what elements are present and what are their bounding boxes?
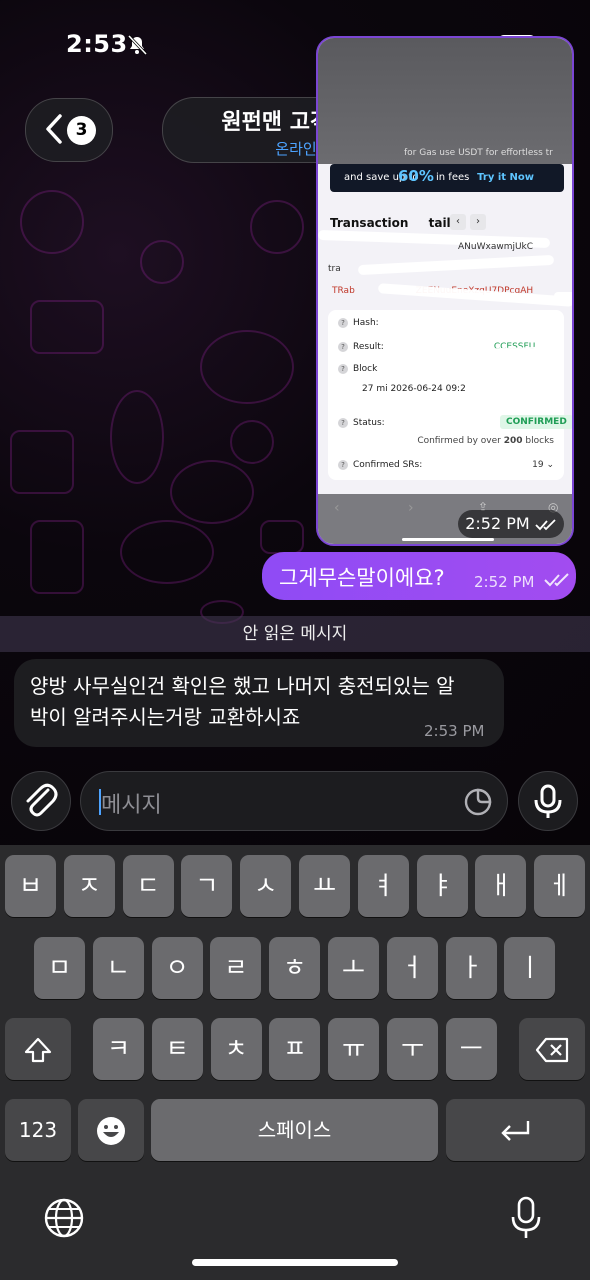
home-indicator	[192, 1259, 398, 1266]
key[interactable]: ㅊ	[210, 1018, 262, 1080]
backspace-key[interactable]	[519, 1018, 585, 1080]
image-heading-text: Transaction	[330, 216, 409, 230]
image-row-srs: ? Confirmed SRs:	[338, 460, 422, 470]
image-message[interactable]: for Gas use USDT for effortless tr and s…	[316, 36, 574, 546]
key[interactable]: ㅎ	[269, 937, 321, 999]
paperclip-icon	[26, 783, 58, 817]
image-row-status: ? Status:	[338, 418, 385, 428]
incoming-message-time: 2:53 PM	[424, 722, 485, 740]
shift-key[interactable]	[5, 1018, 71, 1080]
key[interactable]: ㄹ	[210, 937, 262, 999]
bell-muted-icon	[127, 34, 148, 56]
image-banner-suffix: in fees	[436, 172, 470, 183]
return-key[interactable]	[446, 1099, 585, 1161]
image-row-hash: ? Hash:	[338, 318, 379, 328]
key[interactable]: ㄴ	[92, 937, 144, 999]
unread-count-badge: 3	[67, 116, 96, 145]
voice-message-button[interactable]	[518, 771, 578, 831]
image-banner-link: Try it Now	[477, 172, 534, 183]
numbers-key[interactable]: 123	[5, 1099, 71, 1161]
image-promo-banner: and save up to 60% in fees Try it Now	[330, 164, 564, 192]
globe-icon[interactable]	[43, 1197, 85, 1239]
redaction-scribble	[357, 254, 555, 276]
image-forward-icon: ›	[408, 500, 414, 516]
image-banner-accent: 60%	[398, 167, 434, 185]
key[interactable]: ㅅ	[240, 855, 292, 917]
incoming-message-text: 양방 사무실인건 확인은 했고 나머지 충전되있는 알박이 알려주시는거랑 교환…	[30, 674, 455, 729]
image-row-block-value: 27 mi 2026-06-24 09:2	[362, 384, 466, 394]
outgoing-message-time: 2:52 PM	[474, 573, 535, 591]
key[interactable]: ㅌ	[151, 1018, 203, 1080]
key[interactable]: ㅁ	[34, 937, 85, 999]
status-time: 2:53	[66, 30, 128, 58]
key[interactable]: ㅡ	[445, 1018, 497, 1080]
emoji-icon	[97, 1117, 125, 1145]
key[interactable]: ㅓ	[386, 937, 438, 999]
image-back-icon: ‹	[334, 500, 340, 516]
image-home-indicator	[402, 538, 494, 541]
sticker-icon[interactable]	[463, 787, 493, 817]
return-icon	[500, 1121, 529, 1141]
image-srs-value: 19 ⌄	[532, 460, 554, 470]
outgoing-message[interactable]: 그게무슨말이에요? 2:52 PM	[262, 552, 576, 600]
message-input-placeholder: 메시지	[101, 793, 162, 818]
key[interactable]: ㅏ	[445, 937, 497, 999]
key[interactable]: ㅍ	[269, 1018, 321, 1080]
dictation-microphone-icon[interactable]	[508, 1195, 544, 1241]
outgoing-message-text: 그게무슨말이에요?	[279, 566, 445, 590]
key[interactable]: ㅕ	[357, 855, 409, 917]
image-prev-icon: ‹	[450, 214, 466, 230]
key[interactable]: ㅇ	[151, 937, 203, 999]
key[interactable]: ㄱ	[181, 855, 233, 917]
double-check-icon	[535, 518, 556, 530]
chevron-left-icon	[46, 114, 62, 144]
shift-icon	[24, 1037, 52, 1063]
emoji-key[interactable]	[78, 1099, 144, 1161]
key[interactable]: ㅛ	[299, 855, 350, 917]
image-top-blur: for Gas use USDT for effortless tr	[318, 38, 572, 164]
image-row-block: ? Block	[338, 364, 377, 374]
key[interactable]: ㅗ	[328, 937, 379, 999]
image-next-icon: ›	[470, 214, 486, 230]
key[interactable]: ㅜ	[387, 1018, 438, 1080]
attach-button[interactable]	[11, 771, 71, 831]
image-details-card: ?Hash: ?Result:CCESSFU ?Block 27 mi 2026…	[327, 310, 572, 480]
microphone-icon	[534, 784, 562, 818]
incoming-message[interactable]: 양방 사무실인건 확인은 했고 나머지 충전되있는 알박이 알려주시는거랑 교환…	[14, 659, 504, 747]
redaction-scribble	[554, 292, 572, 300]
key[interactable]: ㅑ	[416, 855, 468, 917]
key[interactable]: ㅣ	[504, 937, 556, 999]
key[interactable]: ㅠ	[328, 1018, 380, 1080]
double-check-icon	[544, 573, 569, 587]
backspace-icon	[535, 1037, 569, 1063]
image-status-badge: CONFIRMED	[500, 415, 572, 429]
korean-keyboard: ㅂㅈㄷㄱㅅㅛㅕㅑㅐㅔ ㅁㄴㅇㄹㅎㅗㅓㅏㅣ ㅋㅌㅊㅍㅠㅜㅡ 123 스페이스	[0, 845, 590, 1280]
image-line-2: tra	[328, 264, 341, 274]
image-confirmed-note: Confirmed by over 200 blocks	[417, 436, 554, 446]
key[interactable]: ㄷ	[122, 855, 174, 917]
key[interactable]: ㅈ	[63, 855, 115, 917]
image-message-time: 2:52 PM	[458, 510, 564, 538]
message-input[interactable]: 메시지	[80, 771, 508, 831]
key[interactable]: ㅂ	[5, 855, 56, 917]
unread-messages-divider: 안 읽은 메시지	[0, 616, 590, 652]
key[interactable]: ㅐ	[475, 855, 527, 917]
image-heading: Transaction tails	[330, 216, 458, 230]
key[interactable]: ㅋ	[93, 1018, 144, 1080]
image-banner-top-text: for Gas use USDT for effortless tr	[404, 148, 553, 158]
image-line-1: ANuWxawmjUkC	[458, 242, 534, 252]
space-key[interactable]: 스페이스	[151, 1099, 438, 1161]
key[interactable]: ㅔ	[534, 855, 586, 917]
